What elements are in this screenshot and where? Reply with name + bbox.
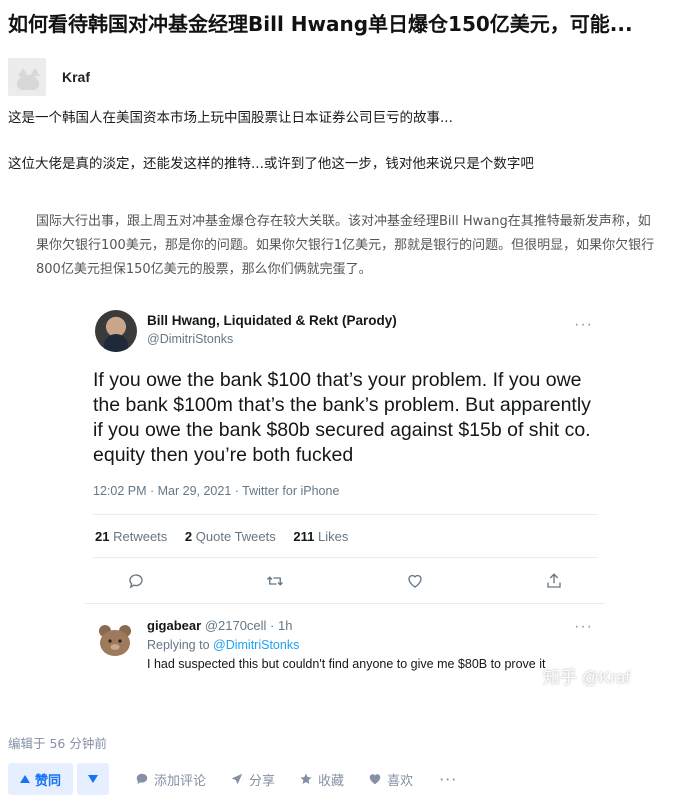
tweet-actions [125,570,565,592]
more-options-icon[interactable]: ··· [439,770,457,789]
more-icon: ··· [574,618,593,635]
downvote-button[interactable] [77,763,110,795]
downvote-icon [88,775,99,783]
replying-handle: @DimitriStonks [213,638,300,652]
reply-text: I had suspected this but couldn't find a… [147,657,546,671]
replying-prefix: Replying to [147,638,210,652]
heart-icon [369,774,381,785]
answer-action-bar: 赞同 添加评论 分享 收藏 喜欢 ··· [8,762,457,796]
quote-count: 2 [184,529,193,544]
reply-icon [125,570,147,592]
share-label: 分享 [249,773,276,789]
comment-button[interactable]: 添加评论 [135,770,206,789]
collect-label: 收藏 [318,773,345,789]
reply-replying-to: Replying to @DimitriStonks [147,638,299,652]
upvote-button[interactable]: 赞同 [8,763,74,795]
tweet-meta: 12:02 PM · Mar 29, 2021 · Twitter for iP… [93,484,340,498]
divider [85,603,605,604]
answer-blockquote: 国际大行出事，跟上周五对冲基金爆仓存在较大关联。该对冲基金经理Bill Hwan… [36,214,655,277]
tweet-text: If you owe the bank $100 that’s your pro… [93,369,591,466]
comment-icon [136,773,148,785]
divider [93,514,598,515]
share-icon [231,773,243,785]
share-button[interactable]: 分享 [230,770,275,789]
upvote-icon [20,775,30,783]
tweet-stats: 21 Retweets 2 Quote Tweets 211 Likes [95,529,362,544]
tweet-screenshot: Bill Hwang, Liquidated & Rekt (Parody) @… [85,300,630,695]
comment-label: 添加评论 [154,773,207,789]
more-icon: ··· [574,316,593,333]
like-label: 喜欢 [387,773,414,789]
reply-handle-time: @2170cell · 1h [204,618,293,633]
reply-avatar [99,625,131,656]
author-name[interactable]: Kraf [62,69,90,85]
edited-time[interactable]: 编辑于 56 分钟前 [8,733,107,752]
answer-paragraph: 这位大佬是真的淡定，还能发这样的推特...或许到了他这一步，钱对他来说只是个数字… [8,156,534,172]
likes-count: 211 [293,529,315,544]
retweets-label: Retweets [113,529,168,544]
author-avatar[interactable] [8,58,46,96]
tweet-avatar [95,310,137,352]
quote-label: Quote Tweets [195,529,276,544]
share-icon [543,570,565,592]
question-title[interactable]: 如何看待韩国对冲基金经理Bill Hwang单日爆仓150亿美元，可能... [8,10,673,38]
star-icon [300,773,312,784]
collect-button[interactable]: 收藏 [299,770,344,789]
retweets-count: 21 [95,529,110,544]
reply-author: gigabear @2170cell · 1h [147,618,292,633]
author-info: Kraf [8,58,90,96]
answer-paragraph: 这是一个韩国人在美国资本市场上玩中国股票让日本证券公司巨亏的故事... [8,110,453,126]
like-button[interactable]: 喜欢 [368,770,413,789]
tweet-display-name: Bill Hwang, Liquidated & Rekt (Parody) [147,313,397,328]
zhihu-watermark: 知乎 @Kraf [543,668,631,687]
retweet-icon [264,570,286,592]
likes-label: Likes [318,529,349,544]
upvote-label: 赞同 [35,773,62,789]
reply-name: gigabear [147,618,202,633]
divider [93,557,598,558]
like-icon [404,570,426,592]
tweet-handle: @DimitriStonks [147,332,234,346]
